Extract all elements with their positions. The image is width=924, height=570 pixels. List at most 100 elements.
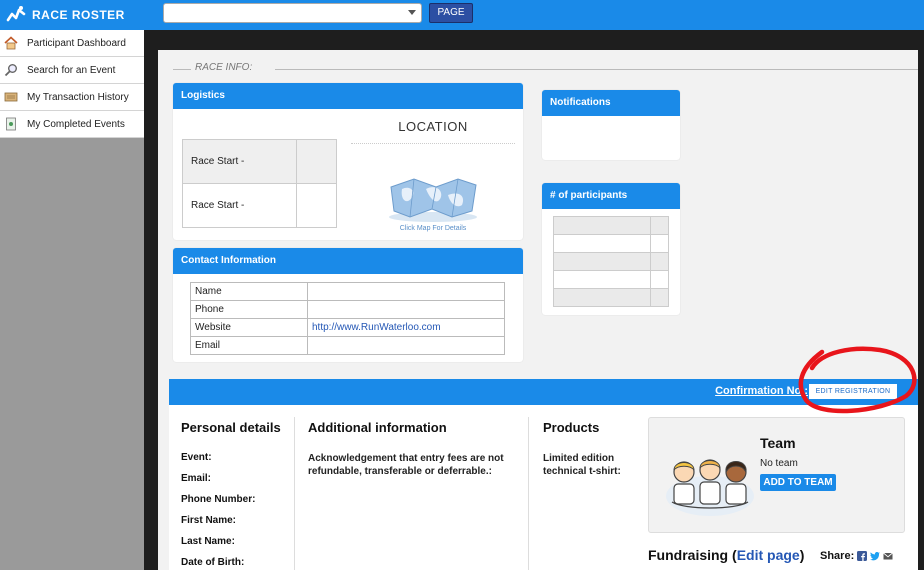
logistics-panel: Logistics Race Start - Race Start - LOCA… (173, 83, 523, 240)
race-start-label: Race Start - (182, 139, 297, 184)
map-details-link[interactable]: Click Map For Details (351, 225, 515, 232)
field-dob: Date of Birth: (181, 557, 245, 568)
field-first-name: First Name: (181, 515, 237, 526)
edit-registration-button[interactable]: EDIT REGISTRATION (808, 383, 898, 400)
products-title: Products (543, 420, 600, 435)
participants-title: # of participants (542, 183, 680, 209)
share-label: Share: (820, 550, 855, 562)
contact-key: Phone (190, 300, 308, 319)
acknowledgement-field: Acknowledgement that entry fees are not … (308, 453, 504, 477)
table-cell (650, 252, 669, 271)
race-start-value (296, 183, 337, 228)
participants-panel: # of participants (542, 183, 680, 315)
table-cell (553, 288, 651, 307)
share-row: Share: (820, 550, 894, 562)
table-row (553, 216, 669, 235)
sidebar-item-participant-dashboard[interactable]: Participant Dashboard (0, 30, 144, 57)
team-status: No team (760, 458, 798, 469)
contact-value (307, 336, 505, 355)
add-to-team-button[interactable]: ADD TO TEAM (760, 474, 836, 491)
edit-page-link[interactable]: Edit page (737, 547, 800, 563)
team-box: Team No team ADD TO TEAM (648, 417, 905, 533)
fundraising-heading: Fundraising (Edit page) (648, 547, 804, 563)
twitter-icon[interactable] (870, 551, 881, 561)
runner-logo-icon (6, 6, 26, 22)
contact-panel: Contact Information Name Phone Website h… (173, 248, 523, 362)
sidebar-item-search-event[interactable]: Search for an Event (0, 57, 144, 84)
facebook-icon[interactable] (857, 551, 868, 561)
logistics-title: Logistics (173, 83, 523, 109)
race-info-label: RACE INFO: (195, 62, 253, 73)
ledger-icon (4, 92, 18, 102)
product-tshirt: Limited edition technical t-shirt: (543, 453, 621, 477)
email-icon[interactable] (883, 551, 894, 561)
document-icon (6, 117, 16, 131)
contact-key: Website (190, 318, 308, 337)
sidebar-item-label: My Completed Events (27, 118, 125, 130)
personal-details-title: Personal details (181, 420, 281, 435)
table-row: Name (190, 282, 505, 301)
sidebar-item-label: My Transaction History (27, 91, 129, 103)
table-row: Email (190, 336, 505, 355)
table-cell (553, 252, 651, 271)
table-cell (553, 234, 651, 253)
page-button[interactable]: PAGE (429, 3, 473, 23)
team-title: Team (760, 435, 796, 451)
table-cell (650, 234, 669, 253)
field-event: Event: (181, 452, 212, 463)
table-row (553, 252, 669, 271)
column-divider (528, 417, 529, 570)
fundraising-title: Fundraising (648, 547, 729, 563)
website-link[interactable]: http://www.RunWaterloo.com (307, 318, 505, 337)
contact-table: Name Phone Website http://www.RunWaterlo… (190, 282, 505, 355)
race-roster-logo[interactable]: RACE ROSTER (6, 5, 125, 25)
location-title: LOCATION (398, 119, 468, 134)
house-icon (4, 36, 18, 50)
contact-key: Email (190, 336, 308, 355)
race-start-value (296, 139, 337, 184)
sidebar-item-transaction-history[interactable]: My Transaction History (0, 84, 144, 111)
additional-info-title: Additional information (308, 420, 447, 435)
table-cell (553, 270, 651, 289)
contact-title: Contact Information (173, 248, 523, 274)
column-divider (294, 417, 295, 570)
confirmation-number-link[interactable]: Confirmation No.: (715, 385, 808, 397)
table-row (553, 288, 669, 307)
contact-value (307, 300, 505, 319)
magnifier-icon (4, 64, 17, 77)
table-cell (650, 288, 669, 307)
contact-key: Name (190, 282, 308, 301)
main-content: RACE INFO: Logistics Race Start - Race S… (158, 50, 918, 570)
divider (275, 69, 918, 70)
map-icon[interactable] (386, 175, 480, 223)
contact-value (307, 282, 505, 301)
event-select[interactable] (163, 3, 422, 23)
sidebar: Participant Dashboard Search for an Even… (0, 30, 144, 570)
field-email: Email: (181, 473, 212, 484)
table-cell (650, 216, 669, 235)
table-row (553, 270, 669, 289)
participants-table (553, 216, 669, 307)
top-bar: RACE ROSTER PAGE (0, 0, 924, 30)
team-illustration-icon (666, 459, 754, 516)
field-last-name: Last Name: (181, 536, 235, 547)
table-row: Race Start - (182, 183, 337, 228)
sidebar-item-label: Search for an Event (27, 64, 116, 76)
table-row (553, 234, 669, 253)
paren: ) (799, 547, 805, 563)
chevron-down-icon (408, 10, 416, 15)
notifications-title: Notifications (542, 90, 680, 116)
table-row: Phone (190, 300, 505, 319)
divider (173, 69, 191, 70)
sidebar-item-completed-events[interactable]: My Completed Events (0, 111, 144, 138)
notifications-panel: Notifications (542, 90, 680, 160)
table-cell (553, 216, 651, 235)
sidebar-item-label: Participant Dashboard (27, 37, 126, 49)
race-start-label: Race Start - (182, 183, 297, 228)
registration-details: Personal details Event: Email: Phone Num… (169, 405, 918, 570)
table-row: Website http://www.RunWaterloo.com (190, 318, 505, 337)
table-row: Race Start - (182, 139, 337, 184)
divider (351, 143, 515, 144)
race-start-table: Race Start - Race Start - (182, 139, 337, 228)
field-phone: Phone Number: (181, 494, 256, 505)
